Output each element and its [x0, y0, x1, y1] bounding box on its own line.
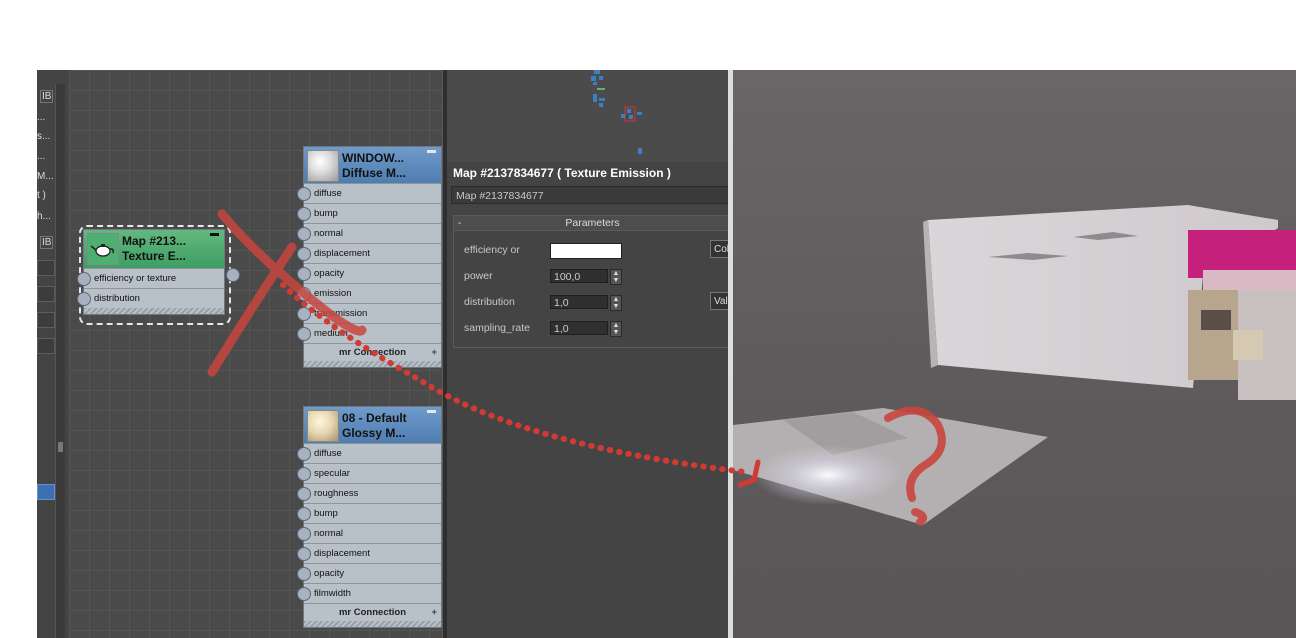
dotted-arrow-annotation — [280, 282, 748, 475]
question-mark-annotation — [884, 406, 946, 526]
annotation-overlay — [207, 209, 946, 526]
cross-out-annotation — [207, 209, 367, 377]
